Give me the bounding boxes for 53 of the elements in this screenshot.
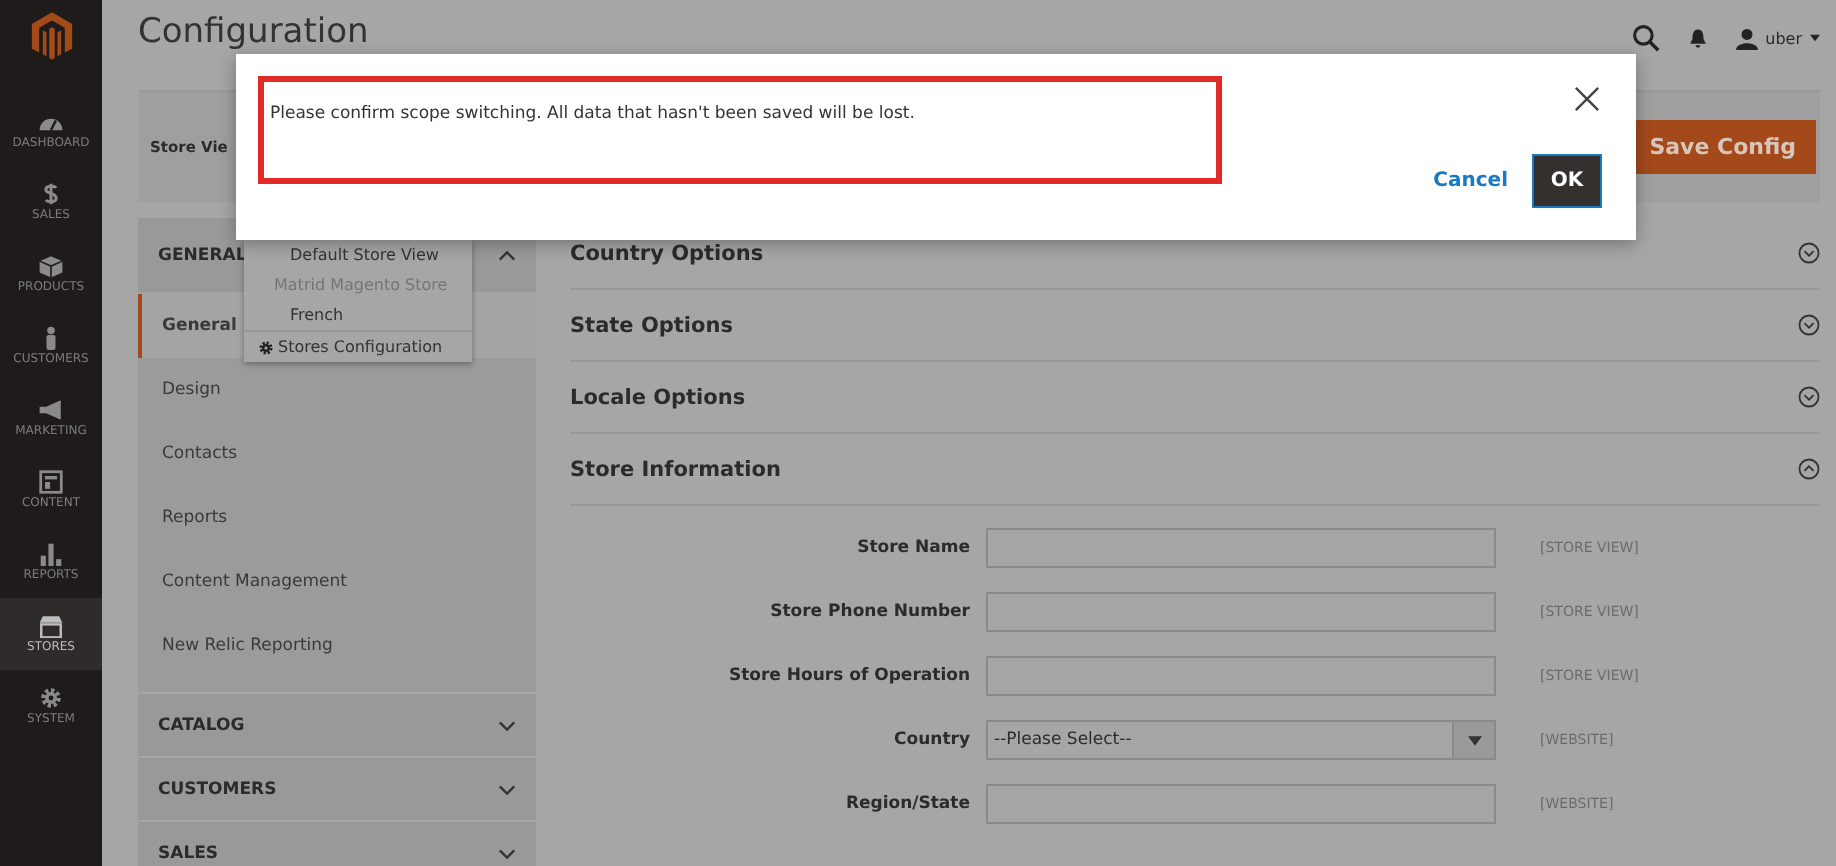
- page-title: Configuration: [138, 12, 369, 52]
- chevron-icon: [498, 783, 516, 795]
- field-label: Region/State: [843, 794, 970, 814]
- box-icon: [38, 254, 64, 278]
- config-tab-item[interactable]: Reports: [138, 486, 536, 550]
- chevron-icon: [498, 847, 516, 859]
- caret-icon: [1467, 735, 1481, 745]
- dialog-message: Please confirm scope switching. All data that hasn't been saved will be lost.: [270, 104, 915, 124]
- chevron-circle-icon: [1798, 314, 1820, 336]
- user-name: uber: [1765, 29, 1802, 47]
- caret-icon: [1810, 34, 1820, 42]
- country-select[interactable]: --Please Select--: [986, 720, 1496, 760]
- chevron-circle-icon: [1798, 386, 1820, 408]
- field-label: Store Hours of Operation: [726, 666, 970, 686]
- logo-icon: [29, 10, 73, 62]
- section-header[interactable]: Store Information: [570, 434, 1820, 506]
- user-icon: [1735, 27, 1758, 49]
- scope-option[interactable]: French: [244, 300, 472, 330]
- chevron-circle-icon: [1798, 458, 1820, 480]
- gear-icon: [258, 339, 274, 355]
- field-label: Store Name: [855, 538, 970, 558]
- section-header[interactable]: State Options: [570, 290, 1820, 362]
- storefront-icon: [38, 614, 64, 638]
- dollar-icon: [38, 182, 64, 206]
- text-input[interactable]: [986, 592, 1496, 632]
- stores-configuration-link[interactable]: Stores Configuration: [244, 330, 472, 362]
- text-input[interactable]: [986, 528, 1496, 568]
- config-tab[interactable]: CATALOG: [138, 694, 536, 758]
- ok-button[interactable]: OK: [1532, 154, 1602, 208]
- search-icon[interactable]: [1631, 24, 1660, 52]
- section-header[interactable]: Locale Options: [570, 362, 1820, 434]
- chevron-icon: [498, 719, 516, 731]
- config-tab-item[interactable]: New Relic Reporting: [138, 614, 536, 678]
- layout-icon: [38, 470, 64, 494]
- chevron-icon: [498, 249, 516, 261]
- cancel-link[interactable]: Cancel: [1433, 170, 1508, 192]
- user-menu[interactable]: uber: [1735, 27, 1820, 49]
- chevron-circle-icon: [1798, 242, 1820, 264]
- text-input[interactable]: [986, 656, 1496, 696]
- bar-chart-icon: [38, 542, 64, 566]
- scope-option[interactable]: Default Store View: [244, 240, 472, 270]
- field-label: Store Phone Number: [768, 602, 970, 622]
- gear-icon: [38, 686, 64, 710]
- config-tab-item[interactable]: Content Management: [138, 550, 536, 614]
- config-tab[interactable]: SALES: [138, 822, 536, 866]
- close-icon[interactable]: [1574, 86, 1600, 112]
- megaphone-icon: [38, 398, 64, 422]
- config-tab-item[interactable]: Contacts: [138, 422, 536, 486]
- text-input[interactable]: [986, 784, 1496, 824]
- config-tab-item[interactable]: Design: [138, 358, 536, 422]
- field-label: Country: [892, 730, 970, 750]
- bell-icon[interactable]: [1687, 27, 1708, 49]
- config-tab[interactable]: CUSTOMERS: [138, 758, 536, 822]
